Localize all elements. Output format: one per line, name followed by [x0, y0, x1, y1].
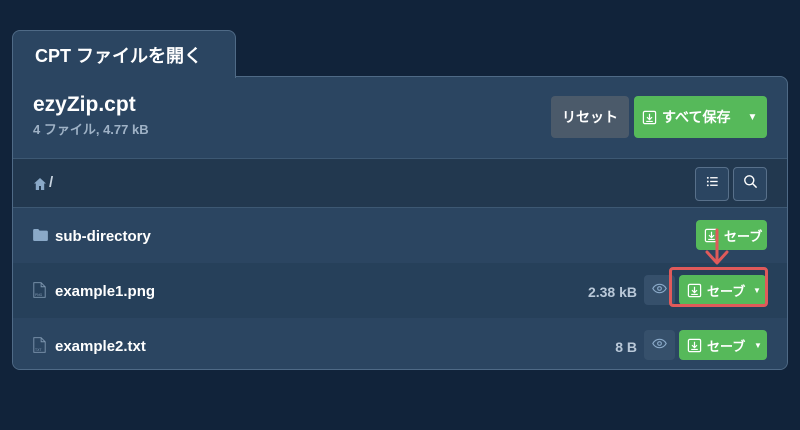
reset-button-label: リセット [562, 109, 618, 125]
save-all-caret-icon[interactable]: ▼ [738, 96, 767, 138]
archive-panel: ezyZip.cpt 4 ファイル, 4.77 kB リセット すべて保存 ▼ … [12, 76, 788, 370]
save-button-main[interactable]: セーブ [679, 275, 748, 305]
save-button-main[interactable]: セーブ [679, 330, 749, 360]
save-label: セーブ [707, 338, 746, 354]
save-button[interactable]: セーブ ▼ [679, 275, 766, 305]
save-all-label: すべて保存 [662, 109, 731, 125]
archive-name: ezyZip.cpt [33, 93, 136, 116]
list-view-button[interactable] [695, 167, 729, 201]
list-icon [705, 174, 720, 194]
reset-button[interactable]: リセット [551, 96, 629, 138]
preview-button[interactable] [644, 330, 675, 360]
home-icon[interactable] [33, 177, 47, 191]
search-button[interactable] [733, 167, 767, 201]
file-icon: TXT [33, 336, 46, 359]
svg-text:TXT: TXT [34, 348, 42, 352]
open-cpt-tab[interactable]: CPT ファイルを開く [12, 30, 236, 78]
tab-title: CPT ファイルを開く [35, 45, 203, 66]
download-icon [687, 283, 702, 298]
file-size: 2.38 kB [587, 284, 637, 300]
list-item[interactable]: TXT example2.txt 8 B セーブ ▼ [13, 318, 787, 369]
save-label: セーブ [707, 283, 746, 299]
annotation-arrow-icon [705, 228, 729, 265]
eye-icon [652, 281, 667, 299]
download-icon [687, 338, 702, 353]
breadcrumb-separator: / [49, 174, 54, 191]
folder-icon [33, 228, 48, 246]
archive-header: ezyZip.cpt 4 ファイル, 4.77 kB リセット すべて保存 ▼ [13, 77, 787, 158]
save-all-button[interactable]: すべて保存 ▼ [634, 96, 767, 138]
file-icon: PNG [33, 281, 46, 304]
archive-meta: 4 ファイル, 4.77 kB [33, 122, 149, 137]
download-icon [642, 110, 657, 125]
breadcrumb: / [13, 158, 787, 208]
caret-down-icon[interactable]: ▼ [748, 275, 766, 305]
search-icon [743, 174, 758, 194]
row-name[interactable]: example2.txt [55, 338, 146, 355]
list-item[interactable]: PNG example1.png 2.38 kB セーブ ▼ [13, 263, 787, 318]
list-item[interactable]: sub-directory セーブ [13, 208, 787, 263]
row-name[interactable]: sub-directory [55, 228, 151, 245]
save-all-main[interactable]: すべて保存 [634, 96, 738, 138]
eye-icon [652, 336, 667, 354]
caret-down-icon[interactable]: ▼ [749, 330, 767, 360]
svg-text:PNG: PNG [35, 293, 43, 297]
file-size: 8 B [615, 339, 637, 355]
save-button[interactable]: セーブ ▼ [679, 330, 767, 360]
row-name[interactable]: example1.png [55, 283, 155, 300]
preview-button[interactable] [644, 275, 675, 305]
